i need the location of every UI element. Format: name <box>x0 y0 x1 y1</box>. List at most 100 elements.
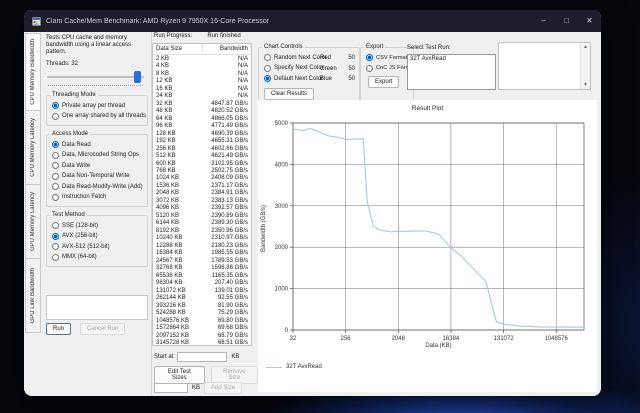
add-size-input[interactable] <box>154 383 188 393</box>
table-row[interactable]: 256 KB4602.66 GB/s <box>153 145 251 152</box>
table-row[interactable]: 65536 KB1165.35 GB/s <box>153 272 251 279</box>
radio-mmx-64-bit-[interactable]: MMX (64-bit) <box>52 254 147 261</box>
title-bar[interactable]: Clam Cache/Mem Benchmark: AMD Ryzen 9 79… <box>24 10 601 32</box>
table-row[interactable]: 12288 KB2180.23 GB/s <box>153 242 251 249</box>
cancel-run-button[interactable]: Cancel Run <box>80 323 125 335</box>
cell-data-size: 524288 KB <box>153 310 203 316</box>
color-value-field[interactable]: 50 <box>348 66 355 72</box>
radio-default-next-color[interactable]: Default Next Color <box>264 75 320 82</box>
results-table[interactable]: Data Size Bandwidth 2 KBN/A4 KBN/A8 KBN/… <box>152 43 252 346</box>
table-row[interactable]: 1572864 KB69.68 GB/s <box>153 324 251 331</box>
cell-data-size: 24567 KB <box>153 258 203 264</box>
table-row[interactable]: 2 KBN/A <box>153 55 251 62</box>
table-row[interactable]: 524288 KB75.29 GB/s <box>153 309 251 316</box>
table-row[interactable]: 8192 KB2350.96 GB/s <box>153 227 251 234</box>
column-header-bandwidth[interactable]: Bandwidth <box>203 46 251 52</box>
color-value-field[interactable]: 50 <box>348 55 355 61</box>
table-row[interactable]: 96 KB4771.49 GB/s <box>153 122 251 129</box>
table-row[interactable]: 2048 KB2384.91 GB/s <box>153 190 251 197</box>
table-row[interactable]: 4096 KB2392.57 GB/s <box>153 205 251 212</box>
test-run-listbox[interactable]: 32T AvxRead <box>407 54 496 90</box>
table-row[interactable]: 16384 KB1985.55 GB/s <box>153 250 251 257</box>
radio-data-read[interactable]: Data Read <box>52 141 147 148</box>
svg-text:32: 32 <box>290 336 297 342</box>
vertical-scrollbar[interactable]: ▲ ▼ <box>580 43 590 89</box>
table-row[interactable]: 3072 KB2383.13 GB/s <box>153 197 251 204</box>
status-textbox[interactable] <box>46 295 148 320</box>
table-row[interactable]: 393216 KB81.90 GB/s <box>153 302 251 309</box>
cell-bandwidth: 2408.09 GB/s <box>203 175 251 181</box>
radio-data-microcoded-string-ops[interactable]: Data, Microcoded String Ops <box>52 152 147 159</box>
radio-csv-format[interactable]: CSV Format <box>366 54 413 61</box>
table-row[interactable]: 600 KB3102.95 GB/s <box>153 160 251 167</box>
radio-private-array-per-thread[interactable]: Private array per thread <box>52 102 147 109</box>
tab-label: CPU Memory Bandwidth <box>30 39 36 105</box>
color-row-red: Red50 <box>320 55 355 61</box>
radio-cnc-js-format[interactable]: CnC JS Format <box>366 65 413 72</box>
tab-gpu-memory-latency[interactable]: GPU Memory Latency <box>25 185 41 259</box>
close-button[interactable]: ✕ <box>578 10 601 32</box>
table-row[interactable]: 32 KB4847.87 GB/s <box>153 100 251 107</box>
table-row[interactable]: 1536 KB2371.17 GB/s <box>153 182 251 189</box>
table-row[interactable]: 98304 KB207.40 GB/s <box>153 280 251 287</box>
maximize-button[interactable]: □ <box>555 10 578 32</box>
cell-data-size: 2097152 KB <box>153 333 203 339</box>
radio-avx-256-bit-[interactable]: AVX (256-bit) <box>52 233 147 240</box>
table-row[interactable]: 3145728 KB68.51 GB/s <box>153 339 251 346</box>
radio-specify-next-color[interactable]: Specify Next Color <box>264 65 320 72</box>
radio-data-read-modify-write-add-[interactable]: Data Read-Modify-Write (Add) <box>52 183 147 190</box>
cell-data-size: 3145728 KB <box>153 340 203 346</box>
table-row[interactable]: 2097152 KB68.79 GB/s <box>153 332 251 339</box>
table-row[interactable]: 768 KB2502.75 GB/s <box>153 167 251 174</box>
table-row[interactable]: 5120 KB2390.89 GB/s <box>153 212 251 219</box>
table-row[interactable]: 24 KBN/A <box>153 92 251 99</box>
export-button[interactable]: Export <box>368 76 399 88</box>
table-row[interactable]: 8 KBN/A <box>153 70 251 77</box>
table-row[interactable]: 1024 KB2408.09 GB/s <box>153 175 251 182</box>
add-size-button[interactable]: Add Size <box>204 382 242 394</box>
slider-thumb[interactable] <box>134 71 141 83</box>
table-row[interactable]: 1048576 KB69.80 GB/s <box>153 317 251 324</box>
radio-data-non-temporal-write[interactable]: Data Non-Temporal Write <box>52 173 147 180</box>
cell-bandwidth: 3102.95 GB/s <box>203 161 251 167</box>
radio-sse-128-bit-[interactable]: SSE (128-bit) <box>52 222 147 229</box>
radio-avx-512-512-bit-[interactable]: AVX-512 (512-bit) <box>52 243 147 250</box>
tab-cpu-memory-bandwidth[interactable]: CPU Memory Bandwidth <box>25 33 41 111</box>
rgb-values: Red50Green50Blue50 <box>320 54 359 87</box>
table-row[interactable]: 4 KBN/A <box>153 62 251 69</box>
cell-data-size: 2048 KB <box>153 190 203 196</box>
radio-random-next-color[interactable]: Random Next Color <box>264 54 320 61</box>
table-row[interactable]: 32768 KB1598.86 GB/s <box>153 265 251 272</box>
minimize-button[interactable]: – <box>532 10 555 32</box>
tab-gpu-link-bandwidth[interactable]: GPU Link Bandwidth <box>25 259 41 333</box>
table-row[interactable]: 131072 KB139.01 GB/s <box>153 287 251 294</box>
color-value-field[interactable]: 50 <box>348 76 355 82</box>
threads-slider[interactable] <box>46 70 148 87</box>
radio-data-write[interactable]: Data Write <box>52 162 147 169</box>
list-item[interactable]: 32T AvxRead <box>408 55 495 63</box>
detail-listbox[interactable]: ▲ ▼ <box>498 42 591 90</box>
window-title: Clam Cache/Mem Benchmark: AMD Ryzen 9 79… <box>46 18 269 25</box>
table-row[interactable]: 16 KBN/A <box>153 85 251 92</box>
start-at-input[interactable] <box>177 352 227 362</box>
table-row[interactable]: 48 KB4820.52 GB/s <box>153 107 251 114</box>
table-row[interactable]: 512 KB4621.49 GB/s <box>153 152 251 159</box>
tab-cpu-memory-latency[interactable]: CPU Memory Latency <box>25 111 41 185</box>
radio-instruction-fetch[interactable]: Instruction Fetch <box>52 194 147 201</box>
table-row[interactable]: 12 KBN/A <box>153 77 251 84</box>
table-row[interactable]: 128 KB4690.39 GB/s <box>153 130 251 137</box>
scroll-down-icon[interactable]: ▼ <box>583 81 588 89</box>
table-row[interactable]: 6144 KB2389.30 GB/s <box>153 220 251 227</box>
column-header-data-size[interactable]: Data Size <box>153 44 203 54</box>
table-row[interactable]: 24567 KB1789.53 GB/s <box>153 257 251 264</box>
radio-one-array-shared-by-all-threads[interactable]: One array shared by all threads <box>52 113 147 120</box>
scroll-up-icon[interactable]: ▲ <box>583 43 588 51</box>
clear-results-button[interactable]: Clear Results <box>264 88 314 100</box>
table-row[interactable]: 10240 KB2310.97 GB/s <box>153 235 251 242</box>
table-row[interactable]: 64 KB4866.05 GB/s <box>153 115 251 122</box>
run-button[interactable]: Run <box>46 323 71 335</box>
cell-bandwidth: 2371.17 GB/s <box>203 183 251 189</box>
cell-bandwidth: 4820.52 GB/s <box>203 108 251 114</box>
table-row[interactable]: 262144 KB92.55 GB/s <box>153 295 251 302</box>
table-row[interactable]: 192 KB4655.31 GB/s <box>153 137 251 144</box>
